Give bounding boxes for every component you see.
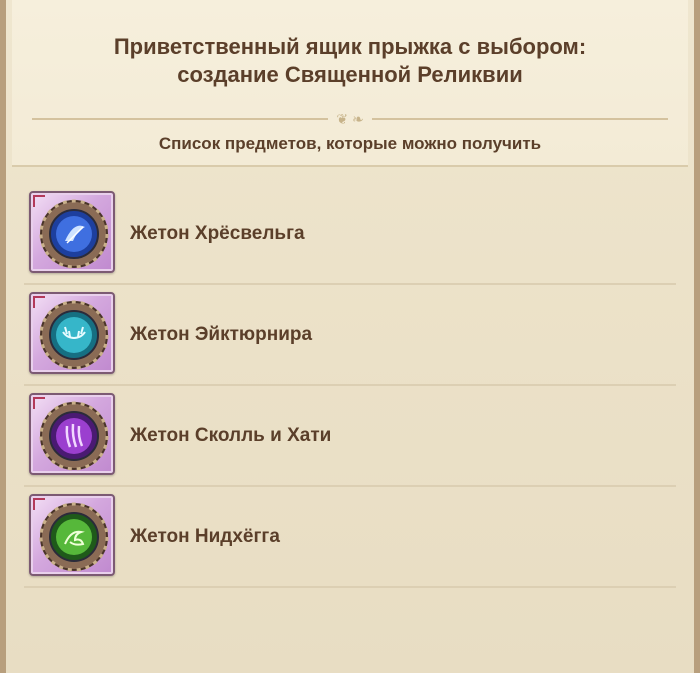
item-slot[interactable] <box>29 393 115 475</box>
list-item[interactable]: Жетон Хрёсвельга <box>24 184 676 285</box>
divider-ornament: ❦ ❧ <box>32 111 668 127</box>
item-label: Жетон Нидхёгга <box>130 526 280 547</box>
list-subtitle: Список предметов, которые можно получить <box>158 134 542 153</box>
purple-claw-token-icon <box>39 401 109 471</box>
item-slot[interactable] <box>29 494 115 576</box>
ornament-icon: ❦ ❧ <box>336 111 364 127</box>
dialog-title: Приветственный ящик прыжка с выбором: со… <box>32 33 668 89</box>
reward-list: Жетон Хрёсвельга Жетон Эйктюрнира Жетон … <box>24 184 676 588</box>
item-label: Жетон Сколль и Хати <box>130 425 332 446</box>
green-dragon-token-icon <box>39 502 109 572</box>
item-label: Жетон Хрёсвельга <box>130 223 305 244</box>
list-item[interactable]: Жетон Эйктюрнира <box>24 285 676 386</box>
item-slot[interactable] <box>29 292 115 374</box>
dialog-header: Приветственный ящик прыжка с выбором: со… <box>12 0 688 167</box>
item-label: Жетон Эйктюрнира <box>130 324 313 345</box>
item-slot[interactable] <box>29 191 115 273</box>
blue-feather-token-icon <box>39 199 109 269</box>
dialog-frame: Приветственный ящик прыжка с выбором: со… <box>0 0 700 673</box>
cyan-antler-token-icon <box>39 300 109 370</box>
title-line-1: Приветственный ящик прыжка с выбором: <box>113 34 587 59</box>
list-item[interactable]: Жетон Сколль и Хати <box>24 386 676 487</box>
list-item[interactable]: Жетон Нидхёгга <box>24 487 676 588</box>
title-line-2: создание Священной Реликвии <box>177 62 523 87</box>
